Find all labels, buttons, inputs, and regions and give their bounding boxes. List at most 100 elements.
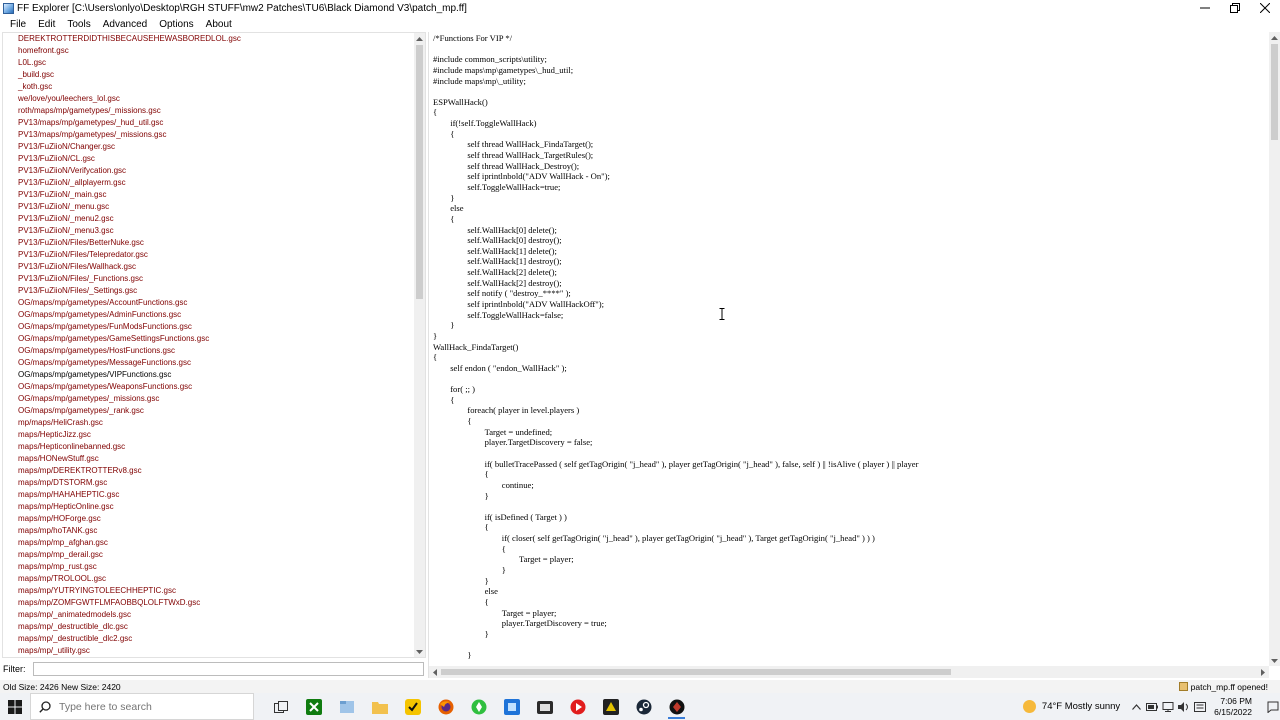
file-list-item[interactable]: maps/mp/mp_derail.gsc xyxy=(3,549,425,561)
restore-button[interactable] xyxy=(1220,0,1250,16)
file-list-item[interactable]: PV13/FuZiioN/Files/Wallhack.gsc xyxy=(3,261,425,273)
file-list-item[interactable]: PV13/FuZiioN/Files/_Functions.gsc xyxy=(3,273,425,285)
file-manager-icon[interactable] xyxy=(330,693,363,720)
task-view-icon[interactable] xyxy=(264,693,297,720)
file-list-item[interactable]: L0L.gsc xyxy=(3,57,425,69)
file-list-item[interactable]: maps/mp/_animatedmodels.gsc xyxy=(3,609,425,621)
file-list-item[interactable]: OG/maps/mp/gametypes/GameSettingsFunctio… xyxy=(3,333,425,345)
editor-scroll-up-icon[interactable] xyxy=(1269,32,1280,43)
start-button[interactable] xyxy=(0,693,30,720)
editor-scroll-down-icon[interactable] xyxy=(1269,655,1280,666)
file-list-item[interactable]: maps/mp/hoTANK.gsc xyxy=(3,525,425,537)
file-list-scrollbar[interactable] xyxy=(414,33,425,657)
norton-icon[interactable] xyxy=(396,693,429,720)
file-list-item[interactable]: maps/mp/DTSTORM.gsc xyxy=(3,477,425,489)
folder-icon[interactable] xyxy=(363,693,396,720)
file-list-item[interactable]: OG/maps/mp/gametypes/VIPFunctions.gsc xyxy=(3,369,425,381)
notification-icon[interactable] xyxy=(1266,693,1280,720)
file-list-item[interactable]: OG/maps/mp/gametypes/_missions.gsc xyxy=(3,393,425,405)
file-list-item[interactable]: PV13/FuZiioN/Verifycation.gsc xyxy=(3,165,425,177)
app-green-icon[interactable] xyxy=(462,693,495,720)
menu-tools[interactable]: Tools xyxy=(61,19,96,30)
file-list-item[interactable]: OG/maps/mp/gametypes/WeaponsFunctions.gs… xyxy=(3,381,425,393)
file-list[interactable]: DEREKTROTTERDIDTHISBECAUSEHEWASBOREDLOL.… xyxy=(2,32,426,658)
menu-file[interactable]: File xyxy=(4,19,32,30)
editor-vscroll-thumb[interactable] xyxy=(1271,44,1278,140)
file-list-item[interactable]: maps/mp/ZOMFGWTFLMFAOBBQLOLFTWxD.gsc xyxy=(3,597,425,609)
minimize-button[interactable] xyxy=(1190,0,1220,16)
app-store-icon[interactable] xyxy=(528,693,561,720)
file-list-item[interactable]: PV13/FuZiioN/Files/BetterNuke.gsc xyxy=(3,237,425,249)
file-list-item[interactable]: PV13/maps/mp/gametypes/_missions.gsc xyxy=(3,129,425,141)
file-list-item[interactable]: maps/mp/HepticOnline.gsc xyxy=(3,501,425,513)
xbox-icon[interactable] xyxy=(297,693,330,720)
file-list-item[interactable]: PV13/FuZiioN/_menu.gsc xyxy=(3,201,425,213)
speaker-icon[interactable] xyxy=(1176,693,1192,720)
file-list-item[interactable]: maps/mp/_destructible_dlc2.gsc xyxy=(3,633,425,645)
file-list-item[interactable]: roth/maps/mp/gametypes/_missions.gsc xyxy=(3,105,425,117)
file-list-item[interactable]: maps/mp/DEREKTROTTERv8.gsc xyxy=(3,465,425,477)
file-list-item[interactable]: homefront.gsc xyxy=(3,45,425,57)
file-list-item[interactable]: maps/mp/_destructible_dlc.gsc xyxy=(3,621,425,633)
editor-hscroll-thumb[interactable] xyxy=(441,669,951,675)
firefox-icon[interactable] xyxy=(429,693,462,720)
network-icon[interactable] xyxy=(1160,693,1176,720)
black-diamond-icon[interactable] xyxy=(660,693,693,720)
app-yellow-icon[interactable] xyxy=(594,693,627,720)
file-list-item[interactable]: OG/maps/mp/gametypes/FunModsFunctions.gs… xyxy=(3,321,425,333)
file-list-item[interactable]: maps/Hepticonlinebanned.gsc xyxy=(3,441,425,453)
close-button[interactable] xyxy=(1250,0,1280,16)
file-list-item[interactable]: maps/mp/_utility.gsc xyxy=(3,645,425,657)
ime-icon[interactable] xyxy=(1192,693,1208,720)
file-list-item[interactable]: _build.gsc xyxy=(3,69,425,81)
file-list-item[interactable]: PV13/maps/mp/gametypes/_hud_util.gsc xyxy=(3,117,425,129)
file-list-item[interactable]: PV13/FuZiioN/Files/_Settings.gsc xyxy=(3,285,425,297)
scroll-up-arrow-icon[interactable] xyxy=(414,33,425,44)
clock[interactable]: 7:06 PM 6/15/2022 xyxy=(1214,696,1252,718)
file-list-item[interactable]: PV13/FuZiioN/Changer.gsc xyxy=(3,141,425,153)
file-list-item[interactable]: PV13/FuZiioN/_menu2.gsc xyxy=(3,213,425,225)
file-list-item[interactable]: maps/mp/TROLOOL.gsc xyxy=(3,573,425,585)
file-list-item[interactable]: OG/maps/mp/gametypes/MessageFunctions.gs… xyxy=(3,357,425,369)
taskbar-search[interactable] xyxy=(30,693,254,720)
editor-horizontal-scrollbar[interactable] xyxy=(429,666,1269,678)
chevron-up-icon[interactable] xyxy=(1128,693,1144,720)
file-list-item[interactable]: maps/mp/mp_rust.gsc xyxy=(3,561,425,573)
file-list-item[interactable]: maps/mp/YUTRYINGTOLEECHHEPTIC.gsc xyxy=(3,585,425,597)
steam-icon[interactable] xyxy=(627,693,660,720)
menu-options[interactable]: Options xyxy=(153,19,199,30)
file-list-item[interactable]: mp/maps/HeliCrash.gsc xyxy=(3,417,425,429)
file-list-item[interactable]: PV13/FuZiioN/Files/Telepredator.gsc xyxy=(3,249,425,261)
battery-icon[interactable] xyxy=(1144,693,1160,720)
file-list-item[interactable]: OG/maps/mp/gametypes/AccountFunctions.gs… xyxy=(3,297,425,309)
file-list-item[interactable]: _koth.gsc xyxy=(3,81,425,93)
file-list-item[interactable]: maps/mp/mp_afghan.gsc xyxy=(3,537,425,549)
menu-advanced[interactable]: Advanced xyxy=(97,19,153,30)
app-blue-icon[interactable] xyxy=(495,693,528,720)
file-list-item[interactable]: PV13/FuZiioN/_menu3.gsc xyxy=(3,225,425,237)
code-text-area[interactable]: /*Functions For VIP */ #include common_sc… xyxy=(433,33,1269,663)
weather-widget[interactable]: 74°F Mostly sunny xyxy=(1022,700,1120,713)
file-list-item[interactable]: DEREKTROTTERDIDTHISBECAUSEHEWASBOREDLOL.… xyxy=(3,33,425,45)
file-list-item[interactable]: maps/HONewStuff.gsc xyxy=(3,453,425,465)
editor-scroll-left-icon[interactable] xyxy=(429,666,441,678)
file-list-item[interactable]: maps/mp/HAHAHEPTIC.gsc xyxy=(3,489,425,501)
taskbar-search-input[interactable] xyxy=(59,700,239,713)
file-list-item[interactable]: OG/maps/mp/gametypes/AdminFunctions.gsc xyxy=(3,309,425,321)
file-list-item[interactable]: OG/maps/mp/gametypes/HostFunctions.gsc xyxy=(3,345,425,357)
file-list-item[interactable]: PV13/FuZiioN/_allplayerm.gsc xyxy=(3,177,425,189)
editor-scroll-right-icon[interactable] xyxy=(1257,666,1269,678)
file-list-item[interactable]: maps/mp/HOForge.gsc xyxy=(3,513,425,525)
file-list-item[interactable]: OG/maps/mp/gametypes/_rank.gsc xyxy=(3,405,425,417)
app-red-icon[interactable] xyxy=(561,693,594,720)
file-list-item[interactable]: we/love/you/leechers_lol.gsc xyxy=(3,93,425,105)
code-editor[interactable]: /*Functions For VIP */ #include common_sc… xyxy=(428,32,1280,678)
file-list-scroll-thumb[interactable] xyxy=(416,45,423,299)
file-list-item[interactable]: maps/HepticJizz.gsc xyxy=(3,429,425,441)
menu-edit[interactable]: Edit xyxy=(32,19,61,30)
file-list-item[interactable]: PV13/FuZiioN/_main.gsc xyxy=(3,189,425,201)
file-list-item[interactable]: PV13/FuZiioN/CL.gsc xyxy=(3,153,425,165)
editor-vertical-scrollbar[interactable] xyxy=(1269,32,1280,666)
menu-about[interactable]: About xyxy=(200,19,238,30)
filter-input[interactable] xyxy=(33,662,424,676)
